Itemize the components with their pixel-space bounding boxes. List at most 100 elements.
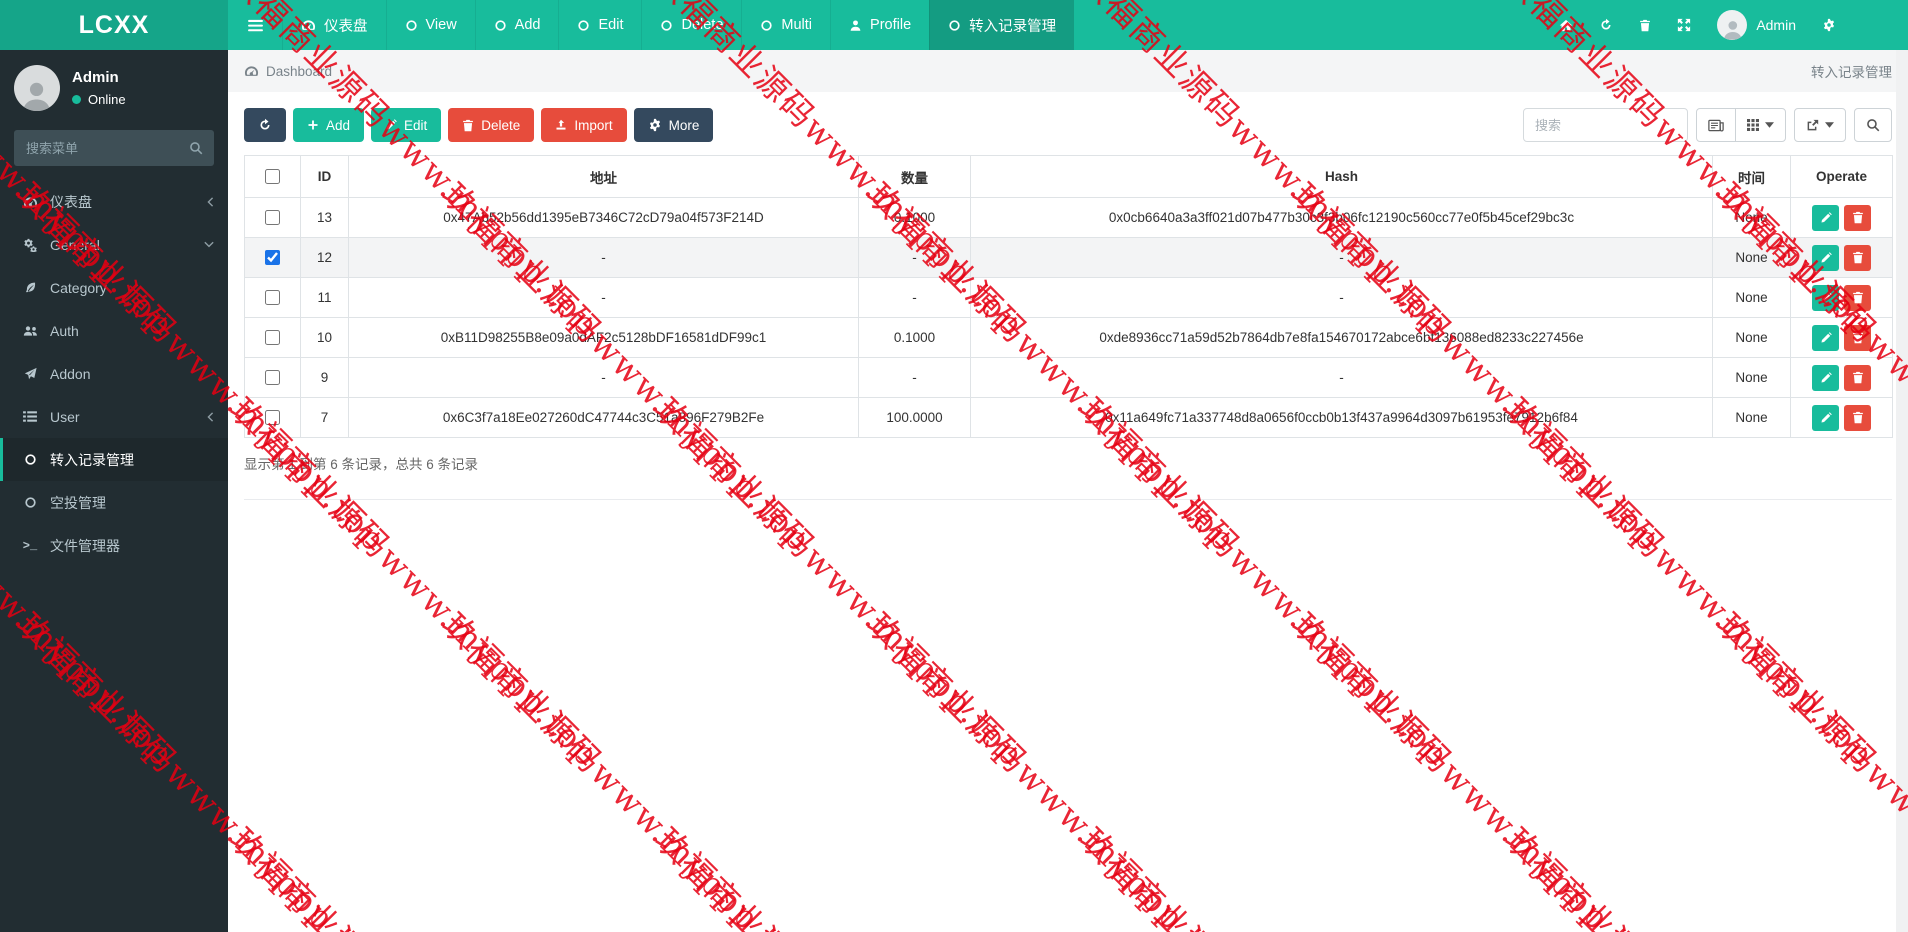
nav-tab[interactable]: Edit bbox=[558, 0, 641, 50]
col-address[interactable]: 地址 bbox=[348, 155, 859, 198]
expand-icon[interactable] bbox=[1677, 18, 1691, 32]
add-button[interactable]: Add bbox=[293, 108, 365, 142]
export-button[interactable] bbox=[1794, 108, 1846, 142]
sidebar-item[interactable]: Addon bbox=[0, 352, 228, 395]
menu-search-input[interactable] bbox=[14, 130, 214, 166]
refresh-button[interactable] bbox=[244, 108, 286, 142]
app-logo[interactable]: LCXX bbox=[0, 0, 228, 50]
row-checkbox[interactable] bbox=[265, 370, 280, 386]
cell-time: None bbox=[1712, 357, 1791, 398]
sidebar-item[interactable]: 转入记录管理 bbox=[0, 438, 228, 481]
nav-tab[interactable]: 仪表盘 bbox=[282, 0, 386, 50]
table-row[interactable]: 13 0x47Ab52b56dd1395eB7346C72cD79a04f573F… bbox=[244, 197, 1893, 238]
row-checkbox[interactable] bbox=[265, 210, 280, 226]
nav-tabs: 仪表盘 View Add Edit Delete Multi Profile 转入记录管理 bbox=[282, 0, 1075, 50]
row-edit-button[interactable] bbox=[1812, 324, 1839, 351]
nav-tab-label: Edit bbox=[598, 17, 624, 33]
table-row[interactable]: 9- - - None bbox=[244, 357, 1893, 398]
row-edit-button[interactable] bbox=[1812, 244, 1839, 271]
table-row[interactable]: 12- - - None bbox=[244, 237, 1893, 278]
sidebar-item[interactable]: User bbox=[0, 395, 228, 438]
cell-time: None bbox=[1712, 317, 1791, 358]
sidebar-toggle-button[interactable] bbox=[228, 0, 282, 50]
nav-tab[interactable]: View bbox=[385, 0, 475, 50]
trash-icon bbox=[1852, 291, 1864, 304]
row-delete-button[interactable] bbox=[1844, 284, 1871, 311]
gear-icon[interactable] bbox=[1822, 18, 1836, 32]
sidebar-user-panel: Admin Online bbox=[0, 50, 228, 124]
cell-address: - bbox=[348, 277, 859, 318]
row-delete-button[interactable] bbox=[1844, 364, 1871, 391]
cell-amount: - bbox=[858, 277, 971, 318]
search-toggle-button[interactable] bbox=[1854, 108, 1892, 142]
home-icon[interactable] bbox=[1559, 19, 1573, 32]
refresh-icon[interactable] bbox=[1599, 18, 1613, 32]
row-edit-button[interactable] bbox=[1812, 404, 1839, 431]
columns-button[interactable] bbox=[1735, 108, 1786, 142]
row-edit-button[interactable] bbox=[1812, 364, 1839, 391]
cell-time: None bbox=[1712, 397, 1791, 438]
nav-tab[interactable]: Add bbox=[474, 0, 559, 50]
sidebar-item[interactable]: >_ 文件管理器 bbox=[0, 524, 228, 567]
breadcrumb[interactable]: Dashboard bbox=[244, 64, 332, 79]
cell-hash: - bbox=[970, 357, 1713, 398]
row-checkbox[interactable] bbox=[265, 290, 280, 306]
nav-tab[interactable]: Multi bbox=[741, 0, 830, 50]
row-delete-button[interactable] bbox=[1844, 204, 1871, 231]
import-button[interactable]: Import bbox=[541, 108, 627, 142]
chevron-down-icon bbox=[204, 241, 214, 248]
cell-operate bbox=[1790, 357, 1893, 398]
trash-icon bbox=[1852, 251, 1864, 264]
scrollbar-track[interactable] bbox=[1896, 50, 1908, 932]
users-icon bbox=[20, 325, 40, 337]
row-delete-button[interactable] bbox=[1844, 244, 1871, 271]
sidebar-item[interactable]: Category bbox=[0, 266, 228, 309]
col-hash[interactable]: Hash bbox=[970, 155, 1713, 198]
cell-operate bbox=[1790, 237, 1893, 278]
caret-down-icon bbox=[1765, 122, 1774, 128]
col-id[interactable]: ID bbox=[300, 155, 349, 198]
table-row[interactable]: 7 0x6C3f7a18Ee027260dC47744c3C51a896F279B… bbox=[244, 397, 1893, 438]
col-time[interactable]: 时间 bbox=[1712, 155, 1791, 198]
nav-tab[interactable]: Profile bbox=[830, 0, 929, 50]
avatar bbox=[14, 65, 60, 111]
cell-operate bbox=[1790, 197, 1893, 238]
navbar-user-menu[interactable]: Admin bbox=[1717, 10, 1796, 40]
table-row[interactable]: 11- - - None bbox=[244, 277, 1893, 318]
select-all-checkbox[interactable] bbox=[265, 169, 280, 185]
row-checkbox[interactable] bbox=[265, 410, 280, 426]
nav-tab-label: Add bbox=[514, 17, 541, 33]
navbar-right: Admin bbox=[1559, 0, 1908, 50]
cell-hash: 0xde8936cc71a59d52b7864db7e8fa154670172a… bbox=[970, 317, 1713, 358]
cell-address: - bbox=[348, 237, 859, 278]
trash-icon[interactable] bbox=[1639, 19, 1651, 32]
circle-icon bbox=[494, 19, 507, 32]
row-checkbox[interactable] bbox=[265, 250, 280, 266]
nav-tab[interactable]: Delete bbox=[641, 0, 741, 50]
col-operate: Operate bbox=[1790, 155, 1893, 198]
row-edit-button[interactable] bbox=[1812, 284, 1839, 311]
col-amount[interactable]: 数量 bbox=[858, 155, 971, 198]
delete-button[interactable]: Delete bbox=[448, 108, 535, 142]
terminal-icon: >_ bbox=[22, 538, 38, 553]
row-edit-button[interactable] bbox=[1812, 204, 1839, 231]
sidebar-item[interactable]: 空投管理 bbox=[0, 481, 228, 524]
toggle-view-button[interactable] bbox=[1696, 108, 1736, 142]
table-search-input[interactable] bbox=[1523, 108, 1688, 142]
toolbar-buttons: Add Edit Delete Import More bbox=[244, 108, 714, 142]
pencil-icon bbox=[1820, 251, 1832, 264]
edit-button[interactable]: Edit bbox=[371, 108, 442, 142]
button-label: Delete bbox=[481, 117, 521, 133]
row-delete-button[interactable] bbox=[1844, 324, 1871, 351]
sidebar-item[interactable]: General bbox=[0, 223, 228, 266]
more-button[interactable]: More bbox=[633, 108, 714, 142]
toolbar: Add Edit Delete Import More bbox=[244, 108, 1892, 142]
sidebar-item[interactable]: Auth bbox=[0, 309, 228, 352]
sidebar-item[interactable]: 仪表盘 bbox=[0, 180, 228, 223]
cell-time: None bbox=[1712, 197, 1791, 238]
row-delete-button[interactable] bbox=[1844, 404, 1871, 431]
row-checkbox[interactable] bbox=[265, 330, 280, 346]
nav-tab[interactable]: 转入记录管理 bbox=[929, 0, 1075, 50]
cell-address: - bbox=[348, 357, 859, 398]
table-row[interactable]: 10 0xB11D98255B8e09a0dAF2c5128bDF16581dDF… bbox=[244, 317, 1893, 358]
